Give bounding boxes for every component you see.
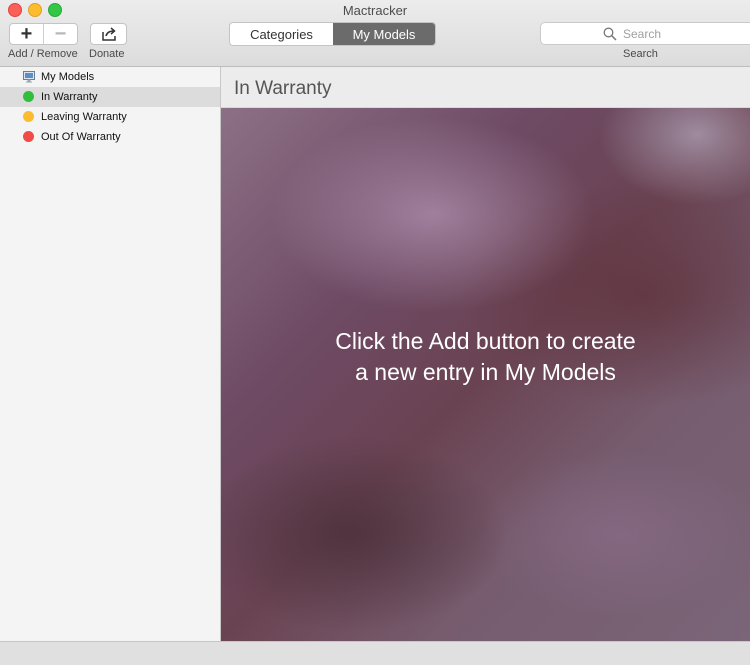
empty-state-line-2: a new entry in My Models xyxy=(355,359,616,385)
window-title: Mactracker xyxy=(342,3,408,18)
sidebar-item-my-models[interactable]: My Models xyxy=(0,67,220,87)
main-content: In Warranty Click the Add button to crea… xyxy=(221,67,750,641)
share-icon xyxy=(101,27,116,41)
sidebar-item-in-warranty[interactable]: In Warranty xyxy=(0,87,220,107)
view-segmented-control: Categories My Models xyxy=(229,22,436,46)
sidebar-item-label: In Warranty xyxy=(41,91,98,103)
page-title: In Warranty xyxy=(234,78,332,99)
green-dot-icon xyxy=(23,91,34,102)
search-field[interactable]: Search xyxy=(540,22,750,45)
add-remove-label: Add / Remove xyxy=(8,48,78,60)
add-remove-group: + − xyxy=(9,23,78,45)
search-placeholder: Search xyxy=(623,26,662,41)
sidebar-item-label: My Models xyxy=(41,71,95,83)
add-button[interactable]: + xyxy=(10,24,43,44)
empty-state-panel: Click the Add button to create a new ent… xyxy=(221,108,750,641)
minus-icon: − xyxy=(54,23,67,45)
sidebar: My Models In Warranty Leaving Warranty O… xyxy=(0,67,221,641)
red-dot-icon xyxy=(23,131,34,142)
content-header: In Warranty xyxy=(221,67,750,108)
mac-icon xyxy=(23,71,35,83)
sidebar-item-label: Out Of Warranty xyxy=(41,131,121,143)
empty-state-line-1: Click the Add button to create xyxy=(335,328,636,354)
sidebar-item-out-of-warranty[interactable]: Out Of Warranty xyxy=(0,127,220,147)
status-bar xyxy=(0,641,750,665)
search-label: Search xyxy=(623,48,658,60)
app-window: Mactracker + − Add / Remove Donate Categ… xyxy=(0,0,750,665)
sidebar-item-label: Leaving Warranty xyxy=(41,111,127,123)
donate-button[interactable] xyxy=(90,23,127,45)
donate-label: Donate xyxy=(89,48,125,60)
tab-categories[interactable]: Categories xyxy=(230,23,333,45)
toolbar: Mactracker + − Add / Remove Donate Categ… xyxy=(0,0,750,67)
empty-state-message: Click the Add button to create a new ent… xyxy=(221,326,750,388)
yellow-dot-icon xyxy=(23,111,34,122)
search-icon xyxy=(603,27,617,41)
plus-icon: + xyxy=(20,23,33,45)
sidebar-item-leaving-warranty[interactable]: Leaving Warranty xyxy=(0,107,220,127)
remove-button[interactable]: − xyxy=(43,24,77,44)
tab-my-models[interactable]: My Models xyxy=(333,23,435,45)
